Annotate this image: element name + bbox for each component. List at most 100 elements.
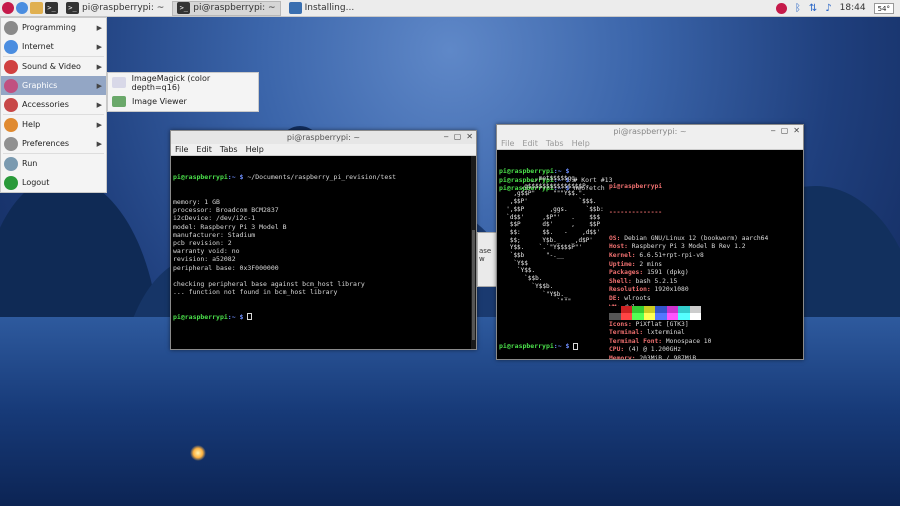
- info-value: (4) @ 1.200GHz: [627, 346, 682, 354]
- palette-swatch: [666, 313, 678, 320]
- submenu-item-image-viewer[interactable]: Image Viewer: [108, 92, 258, 111]
- menu-item-logout[interactable]: Logout: [1, 173, 106, 192]
- info-row: Memory: 203MiB / 987MiB: [609, 355, 768, 359]
- ascii-line: `d$$' ,$P"' . $$$: [499, 213, 601, 221]
- browser-launcher[interactable]: [16, 1, 28, 16]
- ascii-line: `""": [499, 298, 572, 306]
- raspberry-update-icon[interactable]: [775, 2, 787, 14]
- command-line: pi@raspberrypi:~ $: [173, 313, 474, 321]
- window-title: pi@raspberrypi: ~: [613, 127, 687, 136]
- close-icon[interactable]: ✕: [466, 132, 473, 141]
- palette-swatch: [632, 306, 644, 313]
- terminal-launcher[interactable]: >_: [45, 1, 58, 16]
- raspberry-menu-button[interactable]: [2, 1, 14, 16]
- menu-item-graphics[interactable]: Graphics ▶: [1, 76, 106, 95]
- bluetooth-icon[interactable]: ᛒ: [795, 3, 801, 14]
- menu-file[interactable]: File: [175, 145, 188, 154]
- menu-item-run[interactable]: Run: [1, 154, 106, 173]
- minimize-icon[interactable]: ‒: [444, 132, 449, 141]
- palette-swatch: [609, 306, 621, 313]
- close-icon[interactable]: ✕: [793, 126, 800, 135]
- info-row: OS: Debian GNU/Linux 12 (bookworm) aarch…: [609, 235, 768, 244]
- menu-item-label: Accessories: [22, 100, 69, 109]
- task-label: Installing...: [304, 3, 355, 13]
- menu-tabs[interactable]: Tabs: [220, 145, 238, 154]
- menu-edit[interactable]: Edit: [196, 145, 212, 154]
- info-key: Memory: [609, 355, 632, 359]
- info-row: Kernel: 6.6.51+rpt-rpi-v8: [609, 252, 768, 261]
- maximize-icon[interactable]: ▢: [454, 132, 462, 141]
- menu-file[interactable]: File: [501, 139, 514, 148]
- menu-help[interactable]: Help: [572, 139, 590, 148]
- cpu-monitor[interactable]: 54°: [873, 2, 894, 14]
- ascii-line: `"Y$b._: [499, 290, 568, 298]
- terminal-icon: >_: [45, 2, 58, 14]
- info-row: Host: Raspberry Pi 3 Model B Rev 1.2: [609, 243, 768, 252]
- network-icon[interactable]: ⇅: [809, 3, 817, 14]
- palette-swatch: [689, 313, 701, 320]
- output-line: peripheral base: 0x3F000000: [173, 263, 279, 272]
- palette-swatch: [632, 313, 644, 320]
- menu-item-accessories[interactable]: Accessories ▶: [1, 95, 106, 114]
- terminal-window-1[interactable]: pi@raspberrypi: ~ ‒ ▢ ✕ File Edit Tabs Hel…: [170, 130, 477, 350]
- info-key: Host: [609, 243, 625, 251]
- window-titlebar[interactable]: pi@raspberrypi: ~ ‒ ▢ ✕: [497, 125, 803, 138]
- palette-swatch: [609, 313, 621, 320]
- menu-help[interactable]: Help: [246, 145, 264, 154]
- menu-item-preferences[interactable]: Preferences ▶: [1, 134, 106, 153]
- info-colon: :: [639, 329, 647, 337]
- menu-item-internet[interactable]: Internet ▶: [1, 37, 106, 56]
- chevron-right-icon: ▶: [96, 100, 102, 109]
- menu-tabs[interactable]: Tabs: [546, 139, 564, 148]
- debian-logo-ascii: _,met$$$$$gg. ,g$$$$$$$$$$$$$$$P. ,g$$P"…: [499, 175, 604, 306]
- info-value: lxterminal: [646, 329, 685, 337]
- info-value: 6.6.51+rpt-rpi-v8: [639, 251, 704, 259]
- task-label: pi@raspberrypi: ~: [193, 3, 276, 13]
- window-titlebar[interactable]: pi@raspberrypi: ~ ‒ ▢ ✕: [171, 131, 476, 144]
- help-icon: [4, 117, 18, 132]
- chevron-right-icon: ▶: [96, 81, 102, 90]
- globe-icon: [4, 39, 18, 54]
- menu-edit[interactable]: Edit: [522, 139, 538, 148]
- ascii-line: `$$b "-.__: [499, 252, 565, 260]
- task-label: pi@raspberrypi: ~: [82, 3, 165, 13]
- terminal-icon: >_: [177, 2, 191, 14]
- ascii-line: ,g$$$$$$$$$$$$$$$P.: [499, 182, 590, 190]
- menu-item-programming[interactable]: Programming ▶: [1, 18, 106, 37]
- minimize-icon[interactable]: ‒: [771, 126, 776, 135]
- info-key: Resolution: [609, 286, 647, 294]
- ascii-line: ',$$P ,ggs. `$$b:: [499, 205, 604, 213]
- info-value: 1591 (dpkg): [646, 269, 689, 277]
- terminal-output[interactable]: pi@raspberrypi:~ $ ~/Documents/raspberry…: [171, 156, 476, 349]
- info-value: Raspberry Pi 3 Model B Rev 1.2: [631, 243, 746, 251]
- folder-icon: [30, 2, 43, 14]
- scrollbar-thumb[interactable]: [472, 230, 475, 340]
- taskbar-task-terminal-2[interactable]: >_ pi@raspberrypi: ~: [172, 0, 281, 16]
- file-manager-launcher[interactable]: [30, 1, 43, 16]
- taskbar-task-installer[interactable]: Installing...: [284, 1, 360, 16]
- output-line: model: Raspberry Pi 3 Model B: [173, 222, 287, 231]
- scrollbar[interactable]: [471, 156, 476, 349]
- menu-item-sound-video[interactable]: Sound & Video ▶: [1, 57, 106, 76]
- terminal-output[interactable]: pi@raspberrypi:~ $ pi@raspberrypi:~ $ # K…: [497, 150, 803, 359]
- menu-item-label: Run: [22, 159, 38, 168]
- volume-icon[interactable]: ♪: [825, 3, 831, 14]
- info-row: Terminal Font: Monospace 10: [609, 338, 768, 347]
- clock[interactable]: 18:44: [840, 3, 866, 13]
- menu-item-label: Internet: [22, 42, 54, 51]
- user-host: pi@raspberrypi: [609, 183, 663, 191]
- output-line: warranty void: no: [173, 247, 240, 256]
- submenu-item-imagemagick[interactable]: ImageMagick (color depth=q16): [108, 73, 258, 92]
- info-value: PiXflat [GTK3]: [635, 320, 689, 328]
- info-key: Terminal: [609, 329, 640, 337]
- info-key: Terminal Font: [609, 337, 659, 345]
- info-key: Icons: [609, 320, 628, 328]
- menu-item-help[interactable]: Help ▶: [1, 115, 106, 134]
- taskbar-task-terminal-1[interactable]: >_ pi@raspberrypi: ~: [61, 1, 169, 16]
- raspberry-icon: [2, 2, 14, 14]
- terminal-window-2[interactable]: pi@raspberrypi: ~ ‒ ▢ ✕ File Edit Tabs Hel…: [496, 124, 804, 360]
- palette-swatch: [655, 313, 667, 320]
- ascii-line: Y$$. `.`"Y$$$$P"': [499, 244, 583, 252]
- maximize-icon[interactable]: ▢: [781, 126, 789, 135]
- logout-icon: [4, 175, 18, 190]
